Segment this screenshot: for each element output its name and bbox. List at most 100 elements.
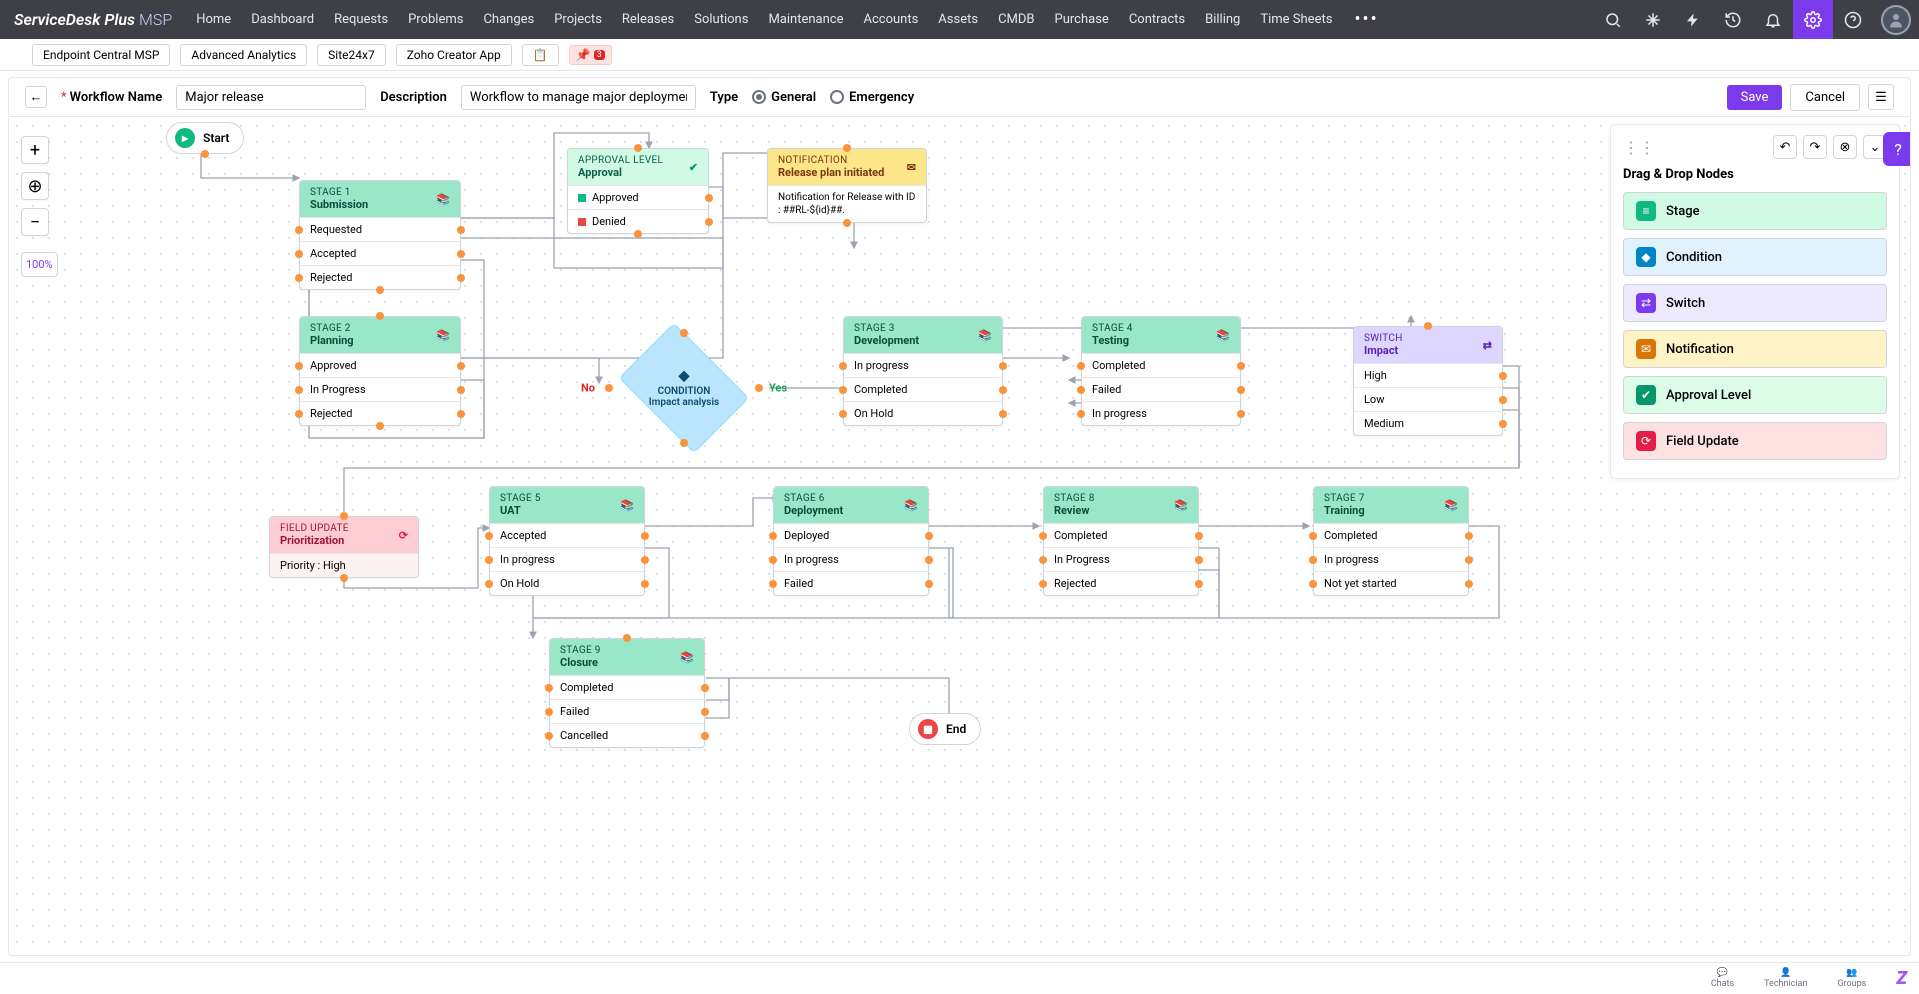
status-row[interactable]: Completed bbox=[1044, 523, 1198, 547]
undo-button[interactable]: ↶ bbox=[1773, 135, 1797, 159]
stage8-node[interactable]: STAGE 8Review📚 Completed In Progress Rej… bbox=[1043, 486, 1199, 596]
subbar-site24x7[interactable]: Site24x7 bbox=[317, 44, 386, 66]
zoom-in-button[interactable]: + bbox=[21, 136, 49, 164]
back-button[interactable]: ← bbox=[25, 86, 47, 108]
status-row[interactable]: Failed bbox=[1082, 377, 1240, 401]
status-row[interactable]: Deployed bbox=[774, 523, 928, 547]
cancel-button[interactable]: Cancel bbox=[1790, 84, 1860, 111]
status-row[interactable]: Accepted bbox=[490, 523, 644, 547]
user-avatar[interactable] bbox=[1881, 5, 1911, 35]
nav-cmdb[interactable]: CMDB bbox=[988, 0, 1044, 39]
palette-switch[interactable]: ⇄Switch bbox=[1623, 284, 1887, 322]
status-row[interactable]: Not yet started bbox=[1314, 571, 1468, 595]
status-row[interactable]: In progress bbox=[844, 353, 1002, 377]
sparkle-icon[interactable] bbox=[1633, 0, 1673, 39]
fieldupdate-node[interactable]: FIELD UPDATEPrioritization⟳ Priority : H… bbox=[269, 516, 419, 578]
status-row[interactable]: Completed bbox=[844, 377, 1002, 401]
stage4-node[interactable]: STAGE 4Testing📚 Completed Failed In prog… bbox=[1081, 316, 1241, 426]
status-row[interactable]: In Progress bbox=[1044, 547, 1198, 571]
condition-node[interactable]: ◆ CONDITION Impact analysis No Yes bbox=[609, 333, 759, 443]
status-row[interactable]: Low bbox=[1354, 387, 1502, 411]
status-row[interactable]: Failed bbox=[774, 571, 928, 595]
status-row[interactable]: On Hold bbox=[844, 401, 1002, 425]
status-row[interactable]: Completed bbox=[550, 675, 704, 699]
nav-releases[interactable]: Releases bbox=[612, 0, 684, 39]
status-row[interactable]: Medium bbox=[1354, 411, 1502, 435]
bolt-icon[interactable] bbox=[1673, 0, 1713, 39]
bell-icon[interactable] bbox=[1753, 0, 1793, 39]
nav-solutions[interactable]: Solutions bbox=[684, 0, 758, 39]
workflow-canvas[interactable]: + ⊕ − 100% ▸ Start STAGE 1Submission 📚 R… bbox=[8, 118, 1911, 956]
palette-condition[interactable]: ◆Condition bbox=[1623, 238, 1887, 276]
nav-home[interactable]: Home bbox=[186, 0, 241, 39]
status-row[interactable]: Completed bbox=[1314, 523, 1468, 547]
notification-node[interactable]: NOTIFICATIONRelease plan initiated ✉ Not… bbox=[767, 148, 927, 223]
help-icon[interactable] bbox=[1833, 0, 1873, 39]
nav-maintenance[interactable]: Maintenance bbox=[758, 0, 853, 39]
type-emergency-radio[interactable]: Emergency bbox=[830, 90, 914, 105]
status-row[interactable]: In progress bbox=[774, 547, 928, 571]
technician-button[interactable]: 👤Technician bbox=[1764, 969, 1807, 989]
subbar-analytics[interactable]: Advanced Analytics bbox=[180, 44, 307, 66]
start-node[interactable]: ▸ Start bbox=[166, 122, 244, 154]
nav-dashboard[interactable]: Dashboard bbox=[241, 0, 324, 39]
status-row[interactable]: In progress bbox=[490, 547, 644, 571]
nav-timesheets[interactable]: Time Sheets bbox=[1250, 0, 1342, 39]
history-icon[interactable] bbox=[1713, 0, 1753, 39]
port[interactable] bbox=[201, 150, 209, 158]
status-row[interactable]: Completed bbox=[1082, 353, 1240, 377]
palette-stage[interactable]: ≡Stage bbox=[1623, 192, 1887, 230]
stage9-node[interactable]: STAGE 9Closure📚 Completed Failed Cancell… bbox=[549, 638, 705, 748]
zoom-out-button[interactable]: − bbox=[21, 208, 49, 236]
node-palette-panel[interactable]: ⋮⋮ ↶ ↷ ⊗ ⌄ Drag & Drop Nodes ≡Stage ◆Con… bbox=[1610, 124, 1900, 479]
stage3-node[interactable]: STAGE 3Development📚 In progress Complete… bbox=[843, 316, 1003, 426]
port[interactable] bbox=[376, 286, 384, 294]
status-row[interactable]: Approved bbox=[568, 185, 708, 209]
nav-contracts[interactable]: Contracts bbox=[1119, 0, 1195, 39]
status-row[interactable]: Requested bbox=[300, 217, 460, 241]
switch-node[interactable]: SWITCHImpact⇄ High Low Medium bbox=[1353, 326, 1503, 436]
palette-fieldupdate[interactable]: ⟳Field Update bbox=[1623, 422, 1887, 460]
status-row[interactable]: On Hold bbox=[490, 571, 644, 595]
nav-billing[interactable]: Billing bbox=[1195, 0, 1250, 39]
nav-purchase[interactable]: Purchase bbox=[1045, 0, 1119, 39]
nav-assets[interactable]: Assets bbox=[928, 0, 988, 39]
groups-button[interactable]: 👥Groups bbox=[1837, 969, 1866, 989]
help-tab[interactable]: ? bbox=[1883, 132, 1911, 166]
nav-changes[interactable]: Changes bbox=[473, 0, 544, 39]
approval-node[interactable]: APPROVAL LEVELApproval ✔ Approved Denied bbox=[567, 148, 709, 234]
stage5-node[interactable]: STAGE 5UAT📚 Accepted In progress On Hold bbox=[489, 486, 645, 596]
save-button[interactable]: Save bbox=[1727, 85, 1783, 110]
subbar-zoho[interactable]: Zoho Creator App bbox=[396, 44, 512, 66]
status-row[interactable]: Approved bbox=[300, 353, 460, 377]
search-icon[interactable] bbox=[1593, 0, 1633, 39]
status-row[interactable]: Failed bbox=[550, 699, 704, 723]
type-general-radio[interactable]: General bbox=[752, 90, 816, 105]
status-row[interactable]: In Progress bbox=[300, 377, 460, 401]
status-row[interactable]: Accepted bbox=[300, 241, 460, 265]
nav-problems[interactable]: Problems bbox=[398, 0, 473, 39]
workflow-name-input[interactable] bbox=[176, 85, 366, 110]
status-row[interactable]: High bbox=[1354, 363, 1502, 387]
redo-button[interactable]: ↷ bbox=[1803, 135, 1827, 159]
end-node[interactable]: ◼ End bbox=[909, 713, 981, 745]
palette-notification[interactable]: ✉Notification bbox=[1623, 330, 1887, 368]
close-panel-button[interactable]: ⊗ bbox=[1833, 135, 1857, 159]
nav-accounts[interactable]: Accounts bbox=[853, 0, 928, 39]
settings-icon[interactable] bbox=[1793, 0, 1833, 39]
drag-handle-icon[interactable]: ⋮⋮ bbox=[1623, 138, 1655, 157]
zoom-fit-button[interactable]: ⊕ bbox=[21, 172, 49, 200]
subbar-clipboard-icon[interactable]: 📋 bbox=[522, 44, 559, 66]
nav-more-icon[interactable]: ••• bbox=[1342, 9, 1390, 30]
status-row[interactable]: In progress bbox=[1082, 401, 1240, 425]
subbar-pin-badge[interactable]: 📌3 bbox=[569, 45, 612, 65]
workflow-desc-input[interactable] bbox=[461, 85, 696, 110]
nav-requests[interactable]: Requests bbox=[324, 0, 398, 39]
stage2-node[interactable]: STAGE 2Planning 📚 Approved In Progress R… bbox=[299, 316, 461, 426]
subbar-endpoint[interactable]: Endpoint Central MSP bbox=[32, 44, 170, 66]
palette-approval[interactable]: ✔Approval Level bbox=[1623, 376, 1887, 414]
chats-button[interactable]: 💬Chats bbox=[1711, 969, 1734, 989]
status-row[interactable]: Cancelled bbox=[550, 723, 704, 747]
menu-button[interactable]: ☰ bbox=[1868, 84, 1894, 110]
status-row[interactable]: Rejected bbox=[1044, 571, 1198, 595]
